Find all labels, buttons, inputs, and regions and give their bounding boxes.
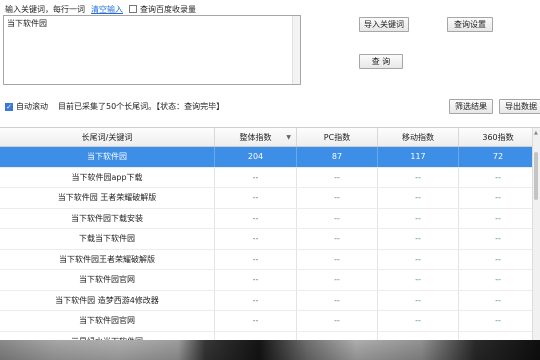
- status-text: 目前已采集了50个长尾词。【状态：查询完毕】: [58, 102, 225, 111]
- index-cell: --: [378, 270, 459, 290]
- index-cell: --: [297, 311, 378, 331]
- index-cell: --: [215, 311, 297, 331]
- index-cell: --: [459, 229, 538, 249]
- index-cell: --: [215, 331, 297, 340]
- table-header: 长尾词/关键词 整体指数 ▼ PC指数 移动指数 360指数: [0, 128, 540, 147]
- index-cell: --: [459, 311, 538, 331]
- index-cell: --: [215, 270, 297, 290]
- index-cell: --: [378, 311, 459, 331]
- index-cell: --: [378, 249, 459, 269]
- clear-input-link[interactable]: 清空输入: [91, 4, 123, 15]
- scrollbar-thumb[interactable]: [534, 152, 538, 200]
- index-cell: --: [378, 208, 459, 228]
- export-data-button[interactable]: 导出数据: [499, 99, 540, 114]
- index-cell: --: [378, 331, 459, 340]
- index-cell: --: [215, 249, 297, 269]
- table-row[interactable]: 三星绿水当下软件园--------: [0, 331, 540, 340]
- table-row[interactable]: 当下软件园 204 87 117 72: [0, 147, 540, 168]
- scroll-up-icon[interactable]: ▲: [534, 130, 538, 136]
- keyword-cell: 三星绿水当下软件园: [0, 331, 215, 340]
- keyword-input-scrollbar[interactable]: [292, 16, 300, 84]
- baidu-index-checkbox[interactable]: [129, 5, 137, 13]
- index-cell: --: [297, 270, 378, 290]
- table-row[interactable]: 当下软件园 王者荣耀破解版 -- -- -- --: [0, 188, 540, 209]
- index-cell: --: [215, 290, 297, 310]
- table-row[interactable]: 当下软件园官网 -- -- -- --: [0, 311, 540, 332]
- input-instructions: 输入关键词，每行一词 清空输入 查询百度收录量: [5, 3, 196, 15]
- query-button[interactable]: 查 询: [359, 54, 403, 69]
- index-cell: --: [459, 249, 538, 269]
- index-cell: --: [459, 208, 538, 228]
- index-cell: 87: [297, 147, 378, 167]
- header-pc-index[interactable]: PC指数: [297, 128, 378, 146]
- index-cell: --: [459, 270, 538, 290]
- table-row[interactable]: 下载当下软件园 -- -- -- --: [0, 229, 540, 250]
- keyword-cell: 下载当下软件园: [0, 229, 215, 249]
- keyword-cell: 当下软件园 王者荣耀破解版: [0, 188, 215, 208]
- keyword-cell: 当下软件园王者荣耀破解版: [0, 249, 215, 269]
- sort-desc-icon: ▼: [286, 133, 291, 141]
- keyword-cell: 当下软件园官网: [0, 270, 215, 290]
- options-bar: ✓ 自动滚动 目前已采集了50个长尾词。【状态：查询完毕】: [5, 101, 224, 112]
- table-scrollbar[interactable]: ▲: [532, 128, 540, 340]
- keyword-cell: 当下软件园app下载: [0, 167, 215, 187]
- import-keywords-button[interactable]: 导入关键词: [359, 17, 409, 32]
- index-cell: 72: [459, 147, 538, 167]
- keyword-cell: 当下软件园 造梦西游4修改器: [0, 290, 215, 310]
- table-row[interactable]: 当下软件园 造梦西游4修改器 -- -- -- --: [0, 290, 540, 311]
- keyword-input[interactable]: 当下软件园: [3, 15, 301, 85]
- index-cell: --: [459, 290, 538, 310]
- index-cell: --: [459, 331, 538, 340]
- keyword-input-value: 当下软件园: [7, 19, 47, 28]
- index-cell: --: [215, 208, 297, 228]
- index-cell: --: [297, 249, 378, 269]
- index-cell: --: [215, 188, 297, 208]
- table-row[interactable]: 当下软件园王者荣耀破解版 -- -- -- --: [0, 249, 540, 270]
- baidu-index-label: 查询百度收录量: [140, 4, 196, 14]
- index-cell: --: [297, 331, 378, 340]
- query-settings-button[interactable]: 查询设置: [447, 17, 493, 32]
- index-cell: --: [215, 167, 297, 187]
- table-body: 当下软件园 204 87 117 72 当下软件园app下载 -- -- -- -- 当下软件园 王…: [0, 147, 540, 340]
- header-overall-index[interactable]: 整体指数 ▼: [215, 128, 297, 146]
- index-cell: 117: [378, 147, 459, 167]
- index-cell: --: [297, 188, 378, 208]
- index-cell: 204: [215, 147, 297, 167]
- keyword-cell: 当下软件园: [0, 147, 215, 167]
- header-360-index[interactable]: 360指数: [459, 128, 538, 146]
- keyword-cell: 当下软件园下载安装: [0, 208, 215, 228]
- header-keyword[interactable]: 长尾词/关键词: [0, 128, 215, 146]
- table-row[interactable]: 当下软件园app下载 -- -- -- --: [0, 167, 540, 188]
- index-cell: --: [378, 290, 459, 310]
- index-cell: --: [297, 290, 378, 310]
- filter-results-button[interactable]: 筛选结果: [449, 99, 493, 114]
- table-row[interactable]: 当下软件园下载安装 -- -- -- --: [0, 208, 540, 229]
- auto-scroll-label: 自动滚动: [16, 102, 48, 111]
- index-cell: --: [378, 229, 459, 249]
- index-cell: --: [297, 167, 378, 187]
- results-table: 长尾词/关键词 整体指数 ▼ PC指数 移动指数 360指数 当下软件园 204 87…: [0, 127, 540, 340]
- index-cell: --: [378, 167, 459, 187]
- keyword-tool-window: 输入关键词，每行一词 清空输入 查询百度收录量 当下软件园 导入关键词 查询设置…: [0, 0, 540, 340]
- index-cell: --: [297, 208, 378, 228]
- index-cell: --: [459, 188, 538, 208]
- auto-scroll-checkbox[interactable]: ✓: [5, 102, 13, 111]
- instruction-text: 输入关键词，每行一词: [5, 4, 85, 14]
- keyword-cell: 当下软件园官网: [0, 311, 215, 331]
- index-cell: --: [459, 167, 538, 187]
- header-mobile-index[interactable]: 移动指数: [378, 128, 459, 146]
- index-cell: --: [297, 229, 378, 249]
- index-cell: --: [378, 188, 459, 208]
- index-cell: --: [215, 229, 297, 249]
- table-row[interactable]: 当下软件园官网 -- -- -- --: [0, 270, 540, 291]
